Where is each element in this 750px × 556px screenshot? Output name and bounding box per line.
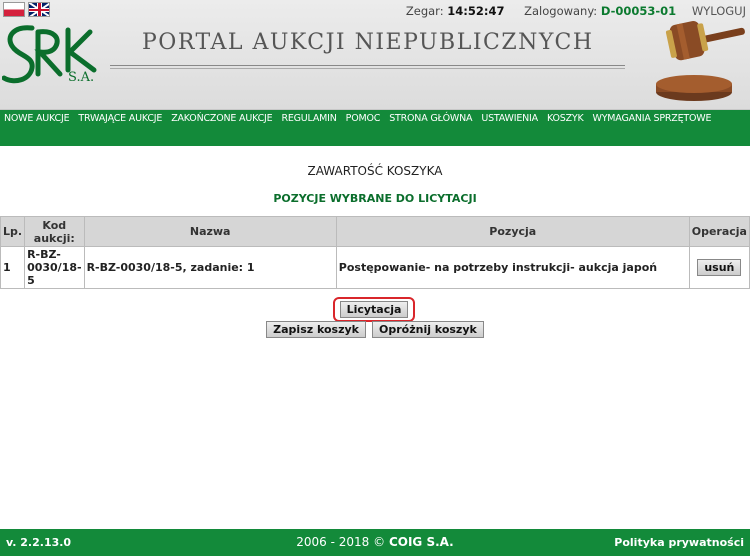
banner-divider <box>110 68 625 69</box>
empty-cart-button[interactable]: Opróżnij koszyk <box>372 321 484 338</box>
copyright-owner[interactable]: COIG S.A. <box>389 535 454 549</box>
section-title: POZYCJE WYBRANE DO LICYTACJI <box>273 192 477 205</box>
nav-item-trwajace-aukcje[interactable]: TRWAJĄCE AUKCJE <box>78 113 162 124</box>
cart-table: Lp. Kod aukcji: Nazwa Pozycja Operacja 1… <box>0 216 750 289</box>
language-flags <box>3 2 50 17</box>
flag-pl-icon[interactable] <box>3 2 25 17</box>
column-header-lp: Lp. <box>0 216 26 247</box>
footer: v. 2.2.13.0 2006 - 2018 © COIG S.A. Poli… <box>0 529 750 556</box>
cart-actions: Zapisz koszyk Opróżnij koszyk <box>0 321 750 338</box>
page-title: ZAWARTOŚĆ KOSZYKA <box>307 164 443 178</box>
nav-item-pomoc[interactable]: POMOC <box>346 113 381 124</box>
column-header-pozycja: Pozycja <box>335 216 690 247</box>
banner: PORTAL AUKCJI NIEPUBLICZNYCH <box>110 24 625 69</box>
nav-item-strona-glowna[interactable]: STRONA GŁÓWNA <box>389 113 472 124</box>
nav-item-regulamin[interactable]: REGULAMIN <box>281 113 336 124</box>
column-header-nazwa: Nazwa <box>83 216 337 247</box>
save-cart-button[interactable]: Zapisz koszyk <box>266 321 366 338</box>
column-header-kod: Kod aukcji: <box>24 216 85 247</box>
cell-kod: R-BZ-0030/18-5 <box>24 246 85 289</box>
nav-item-zakonczone-aukcje[interactable]: ZAKOŃCZONE AUKCJE <box>171 113 272 124</box>
gavel-icon <box>656 21 745 101</box>
cell-lp: 1 <box>0 246 26 289</box>
cell-pozycja: Postępowanie- na potrzeby instrukcji- au… <box>335 246 690 289</box>
table-header-row: Lp. Kod aukcji: Nazwa Pozycja Operacja <box>0 216 750 247</box>
clock-value: 14:52:47 <box>447 4 505 18</box>
licytacja-button[interactable]: Licytacja <box>339 301 409 318</box>
remove-button[interactable]: usuń <box>697 259 742 276</box>
table-row: 1 R-BZ-0030/18-5 R-BZ-0030/18-5, zadanie… <box>0 246 750 289</box>
licytacja-highlight: Licytacja <box>333 297 415 322</box>
cell-operacja: usuń <box>688 246 750 289</box>
main-nav: NOWE AUKCJE TRWAJĄCE AUKCJE ZAKOŃCZONE A… <box>0 110 750 146</box>
flag-uk-icon[interactable] <box>28 2 50 17</box>
header: Zegar: 14:52:47 Zalogowany: D-00053-01 W… <box>0 0 750 110</box>
cell-nazwa: R-BZ-0030/18-5, zadanie: 1 <box>83 246 337 289</box>
clock-label: Zegar: <box>405 4 444 18</box>
nav-item-koszyk[interactable]: KOSZYK <box>547 113 584 124</box>
copyright-years: 2006 - 2018 © <box>296 535 386 549</box>
nav-item-wymagania-sprzetowe[interactable]: WYMAGANIA SPRZĘTOWE <box>593 113 712 124</box>
column-header-operacja: Operacja <box>688 216 750 247</box>
portal-title: PORTAL AUKCJI NIEPUBLICZNYCH <box>142 30 594 55</box>
banner-divider <box>110 65 625 66</box>
nav-item-ustawienia[interactable]: USTAWIENIA <box>481 113 538 124</box>
privacy-link[interactable]: Polityka prywatności <box>614 536 744 549</box>
nav-item-nowe-aukcje[interactable]: NOWE AUKCJE <box>4 113 70 124</box>
logo-suffix: S.A. <box>68 70 95 85</box>
logged-label: Zalogowany: <box>524 4 598 18</box>
